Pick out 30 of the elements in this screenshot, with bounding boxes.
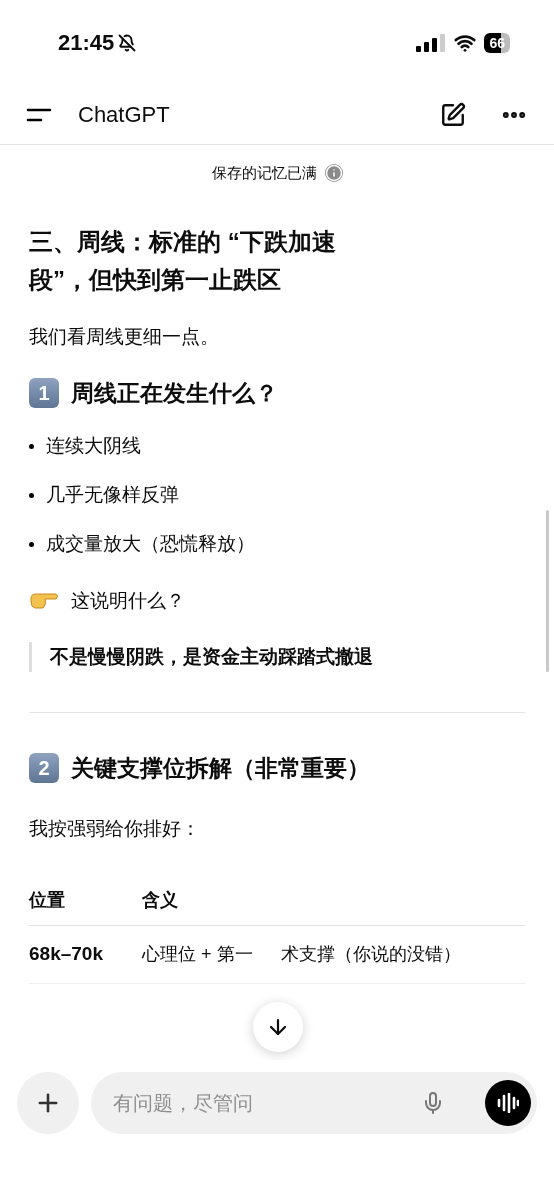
list-item: 几乎无像样反弹 <box>46 483 179 508</box>
question-text: 这说明什么？ <box>71 589 185 613</box>
info-icon[interactable] <box>324 164 343 182</box>
signal-icon <box>416 33 447 52</box>
paragraph: 我们看周线更细一点。 <box>29 325 220 349</box>
message-field[interactable]: 有问题，尽管问 <box>113 1088 421 1118</box>
list-item: 连续大阴线 <box>46 434 141 459</box>
table-cell-text: 心理位 + 第一 <box>142 942 253 966</box>
column-header: 含义 <box>142 888 178 912</box>
memory-full-notice: 保存的记忆已满 <box>211 162 317 183</box>
menu-icon[interactable] <box>26 106 52 123</box>
scroll-down-button[interactable] <box>253 1002 303 1052</box>
subheading: 周线正在发生什么？ <box>71 378 278 408</box>
section-heading: 三、周线：标准的 “下跌加速段”，但快到第一止跌区 <box>29 227 337 295</box>
table-cell-text: 68k–70k <box>29 941 104 966</box>
message-input[interactable]: 有问题，尽管问 <box>91 1072 537 1134</box>
number-badge: 1 <box>29 377 59 408</box>
app-title: ChatGPT <box>78 101 170 129</box>
column-header: 位置 <box>29 888 66 912</box>
new-chat-icon[interactable] <box>440 101 466 128</box>
voice-mode-button[interactable] <box>485 1080 531 1126</box>
number-badge: 2 <box>29 752 59 783</box>
paragraph: 我按强弱给你排好： <box>29 817 201 841</box>
subheading: 关键支撑位拆解（非常重要） <box>71 753 370 783</box>
list-item: 成交量放大（恐慌释放） <box>46 532 255 557</box>
waveform-icon <box>497 1093 519 1113</box>
table-cell-text: 术支撑（你说的没错） <box>280 942 461 966</box>
status-time: 21:45 <box>58 29 115 57</box>
blockquote: 不是慢慢阴跌，是资金主动踩踏式撤退 <box>29 641 525 672</box>
bell-off-icon <box>118 33 137 52</box>
